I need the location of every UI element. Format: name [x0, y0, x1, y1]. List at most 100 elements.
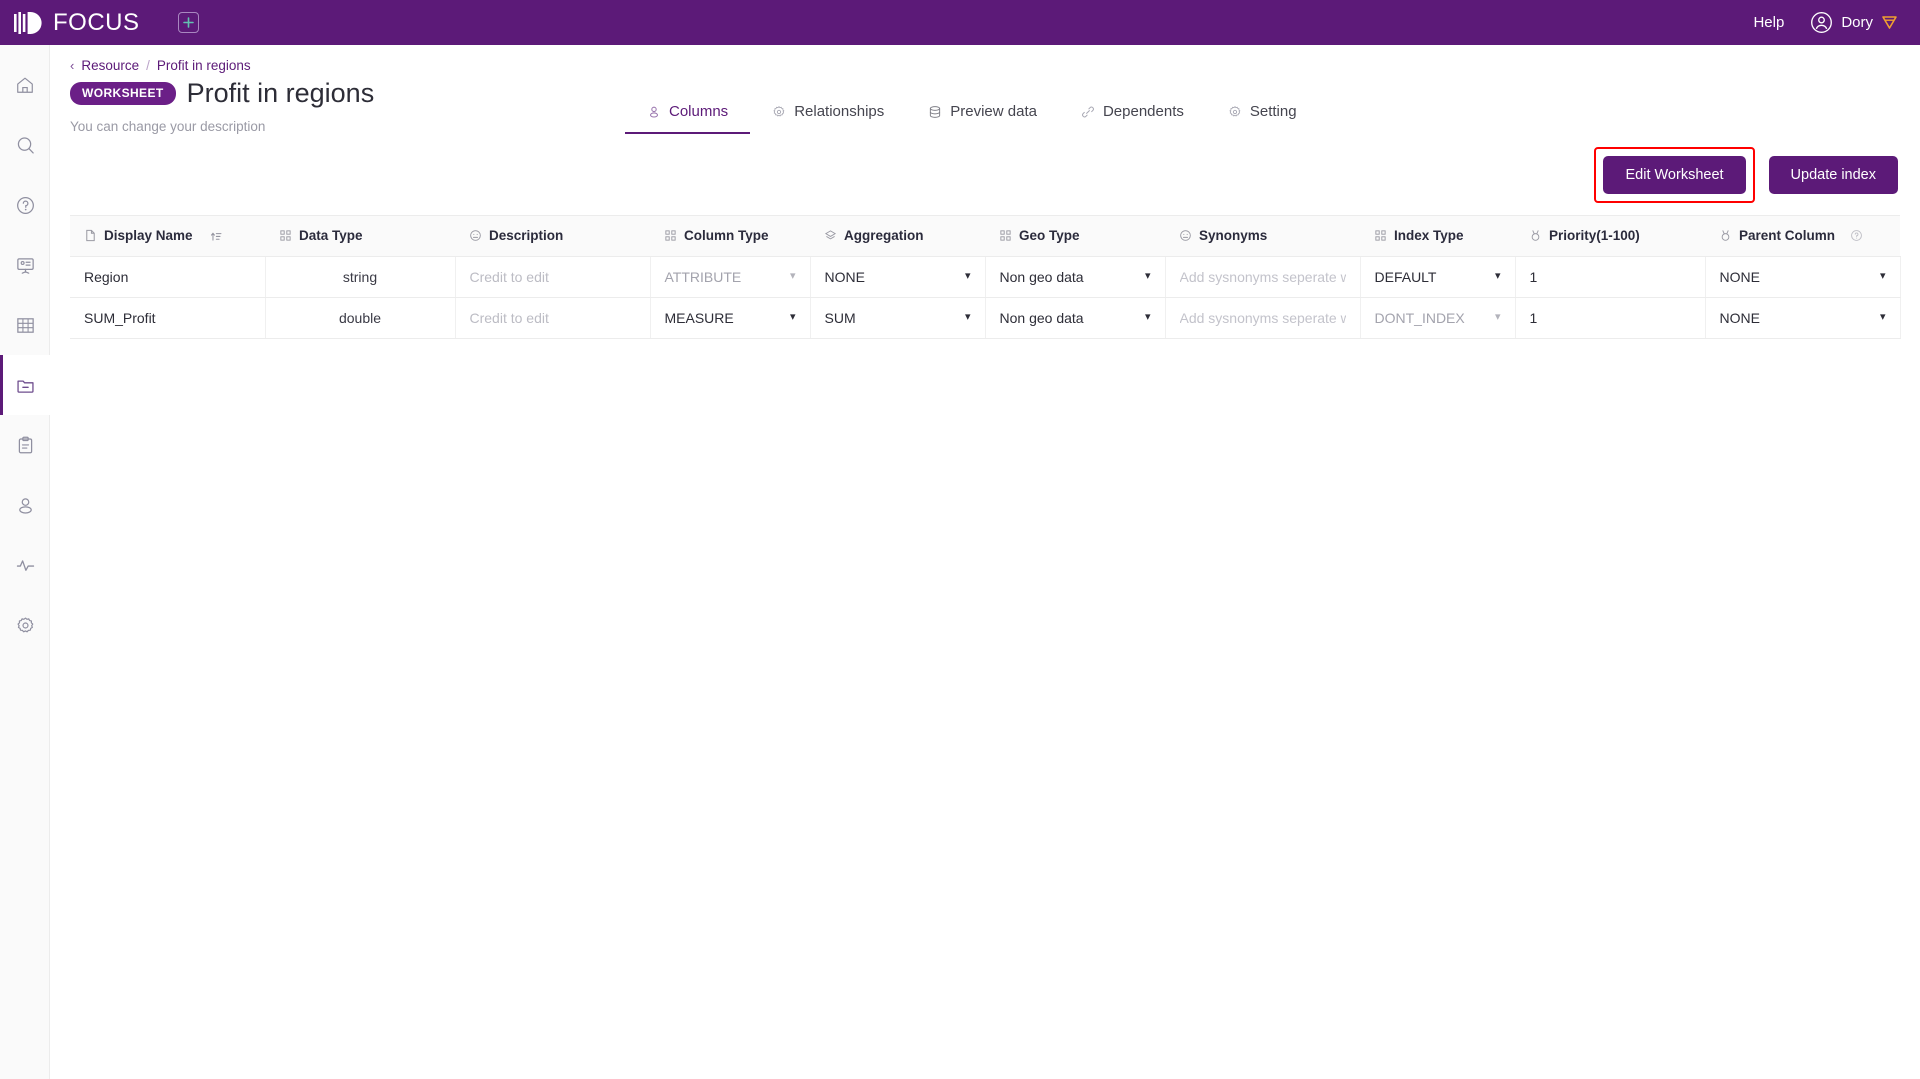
tab-dependents[interactable]: Dependents	[1059, 103, 1206, 134]
sidebar-item-home[interactable]	[0, 55, 50, 115]
cell-aggregation[interactable]: NONE ▾	[810, 256, 986, 298]
sidebar-item-monitoring[interactable]	[0, 535, 50, 595]
page-title-row: WORKSHEET Profit in regions	[70, 78, 374, 109]
top-bar: FOCUS Help Dory	[0, 0, 1920, 45]
synonyms-input[interactable]	[1179, 268, 1346, 285]
column-header-priority[interactable]: Priority(1-100)	[1515, 216, 1705, 257]
breadcrumb: ‹ Resource / Profit in regions	[70, 58, 251, 73]
help-link[interactable]: Help	[1753, 14, 1784, 31]
column-header-index-type[interactable]: Index Type	[1360, 216, 1515, 257]
column-header-display-name[interactable]: Display Name	[70, 216, 265, 257]
column-header-aggregation[interactable]: Aggregation	[810, 216, 985, 257]
column-header-parent-column[interactable]: Parent Column	[1705, 216, 1900, 257]
cell-display-name[interactable]: Region	[70, 256, 266, 298]
action-buttons: Edit Worksheet Update index	[1594, 147, 1898, 203]
chevron-down-icon: ▾	[789, 270, 796, 282]
page-description[interactable]: You can change your description	[70, 119, 265, 134]
update-index-button[interactable]: Update index	[1768, 156, 1898, 194]
plus-icon	[182, 17, 194, 28]
column-header-column-type[interactable]: Column Type	[650, 216, 810, 257]
cell-priority[interactable]: 1	[1515, 256, 1706, 298]
sidebar-item-settings[interactable]	[0, 595, 50, 655]
brand-name: FOCUS	[53, 8, 140, 36]
tab-columns[interactable]: Columns	[625, 103, 751, 134]
column-header-description[interactable]: Description	[455, 216, 650, 257]
cell-description[interactable]: Credit to edit	[455, 256, 651, 298]
cell-column-type[interactable]: MEASURE ▾	[650, 297, 811, 339]
header-label: Geo Type	[1019, 228, 1080, 244]
column-header-synonyms[interactable]: Synonyms	[1165, 216, 1360, 257]
cell-description[interactable]: Credit to edit	[455, 297, 651, 339]
chevron-down-icon: ▾	[1879, 311, 1886, 323]
clipboard-icon	[18, 436, 32, 453]
tab-setting[interactable]: Setting	[1206, 103, 1319, 134]
tab-label: Dependents	[1102, 103, 1184, 120]
aggregation-value: SUM	[824, 309, 856, 326]
question-circle-icon[interactable]	[1850, 229, 1863, 242]
gear-outline-icon	[772, 105, 786, 119]
chevron-down-icon: ▾	[1144, 270, 1151, 282]
cell-parent-column[interactable]: NONE ▾	[1705, 297, 1901, 339]
document-icon	[84, 229, 97, 242]
brand-logo[interactable]: FOCUS	[14, 9, 140, 37]
tab-label: Setting	[1249, 103, 1297, 120]
cell-aggregation[interactable]: SUM ▾	[810, 297, 986, 339]
column-type-value: ATTRIBUTE	[664, 268, 742, 285]
chevron-down-icon: ▾	[789, 311, 796, 323]
layers-icon	[824, 229, 837, 242]
tab-bar: Columns Relationships Preview data Depen…	[625, 103, 1319, 134]
folder-minus-icon	[16, 379, 34, 393]
edit-worksheet-button[interactable]: Edit Worksheet	[1603, 156, 1746, 194]
cell-index-type[interactable]: DONT_INDEX ▾	[1360, 297, 1516, 339]
blocks-icon	[279, 229, 292, 242]
user-circle-icon	[1811, 12, 1833, 33]
cell-synonyms[interactable]	[1165, 256, 1361, 298]
synonyms-input[interactable]	[1179, 309, 1346, 326]
cell-parent-column[interactable]: NONE ▾	[1705, 256, 1901, 298]
cell-priority[interactable]: 1	[1515, 297, 1706, 339]
cell-geo-type[interactable]: Non geo data ▾	[985, 256, 1166, 298]
sidebar-item-worksheets[interactable]	[0, 355, 50, 415]
cell-data-type: double	[265, 297, 456, 339]
sidebar-item-presentation[interactable]	[0, 235, 50, 295]
cell-column-type[interactable]: ATTRIBUTE ▾	[650, 256, 811, 298]
sort-asc-icon[interactable]	[210, 229, 223, 242]
blocks-icon	[999, 229, 1012, 242]
medal-icon	[1719, 229, 1732, 242]
gear-icon	[16, 616, 33, 632]
grid-table-icon	[16, 317, 34, 333]
header-label: Data Type	[299, 228, 363, 244]
main-content: ‹ Resource / Profit in regions WORKSHEET…	[50, 45, 1920, 1079]
breadcrumb-current[interactable]: Profit in regions	[157, 58, 251, 73]
breadcrumb-parent[interactable]: Resource	[81, 58, 139, 73]
cell-data-type: string	[265, 256, 456, 298]
column-type-value: MEASURE	[664, 309, 734, 326]
header-label: Parent Column	[1739, 228, 1836, 244]
link-icon	[1081, 105, 1095, 119]
cell-synonyms[interactable]	[1165, 297, 1361, 339]
cell-index-type[interactable]: DEFAULT ▾	[1360, 256, 1516, 298]
user-menu[interactable]: Dory	[1810, 11, 1898, 34]
sidebar-item-help[interactable]	[0, 175, 50, 235]
chevron-left-icon[interactable]: ‹	[70, 58, 74, 73]
database-icon	[928, 105, 942, 119]
column-header-geo-type[interactable]: Geo Type	[985, 216, 1165, 257]
sidebar-item-users[interactable]	[0, 475, 50, 535]
tab-preview-data[interactable]: Preview data	[906, 103, 1059, 134]
sidebar	[0, 45, 50, 1079]
medal-icon	[1529, 229, 1542, 242]
chevron-down-icon: ▾	[1144, 311, 1151, 323]
tab-relationships[interactable]: Relationships	[750, 103, 906, 134]
geo-type-value: Non geo data	[999, 309, 1084, 326]
plus-square-icon[interactable]	[177, 12, 199, 33]
presentation-icon	[16, 257, 34, 274]
sidebar-item-tables[interactable]	[0, 295, 50, 355]
sidebar-item-search[interactable]	[0, 115, 50, 175]
cell-geo-type[interactable]: Non geo data ▾	[985, 297, 1166, 339]
cell-display-name[interactable]: SUM_Profit	[70, 297, 266, 339]
column-header-data-type[interactable]: Data Type	[265, 216, 455, 257]
header-label: Index Type	[1394, 228, 1464, 244]
gear-outline-icon	[1228, 105, 1242, 119]
person-outline-icon	[647, 105, 661, 119]
sidebar-item-tasks[interactable]	[0, 415, 50, 475]
